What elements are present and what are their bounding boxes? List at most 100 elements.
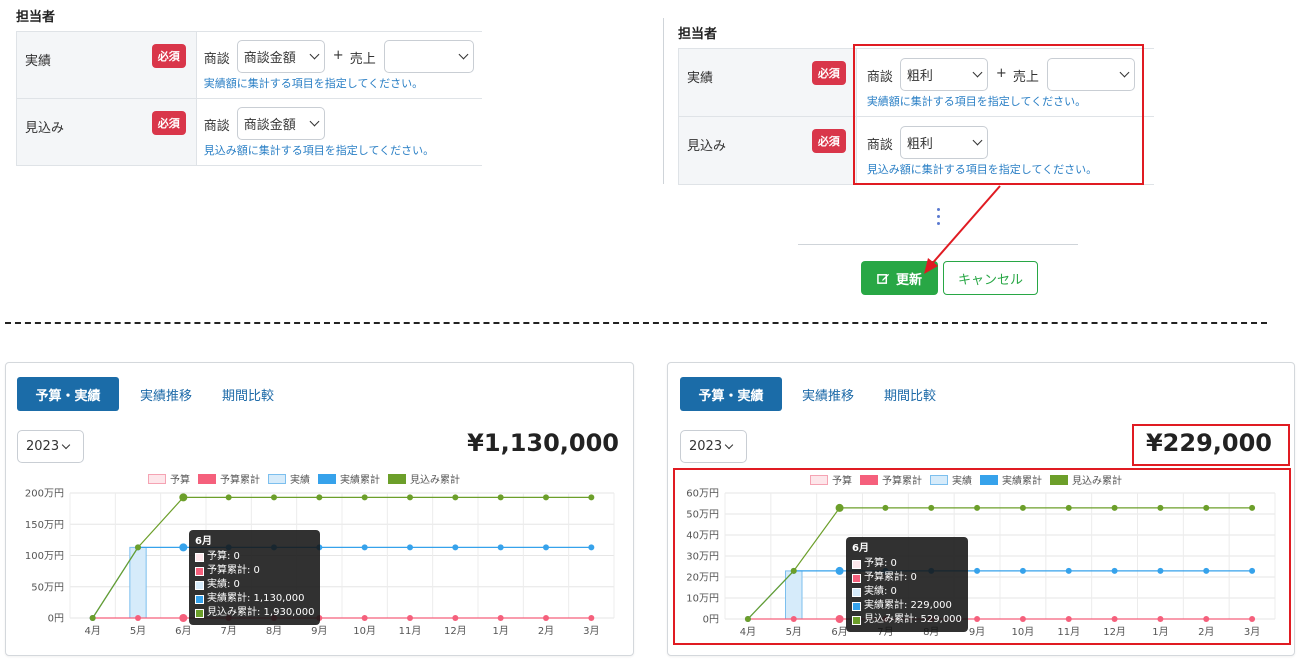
y-tick-label: 50万円 [686, 510, 719, 521]
x-tick-label: 1月 [1152, 626, 1168, 638]
data-point [835, 503, 844, 512]
x-tick-label: 9月 [311, 625, 327, 637]
y-tick-label: 40万円 [686, 531, 719, 542]
tab-period-compare[interactable]: 期間比較 [874, 377, 946, 411]
data-point [1065, 616, 1072, 622]
data-point [225, 494, 232, 501]
x-tick-label: 11月 [1057, 626, 1080, 638]
x-tick-label: 9月 [969, 626, 985, 638]
data-point [452, 615, 459, 621]
y-tick-label: 0円 [48, 614, 64, 625]
year-select[interactable]: 2023 [17, 430, 84, 463]
data-point [1157, 616, 1164, 622]
tab-budget-actual[interactable]: 予算・実績 [680, 377, 782, 411]
data-point [790, 616, 797, 622]
x-tick-label: 12月 [1103, 626, 1126, 638]
bar [129, 546, 147, 619]
x-tick-label: 8月 [266, 625, 282, 637]
bar [785, 570, 803, 620]
data-point [179, 614, 188, 622]
y-tick-label: 0円 [703, 615, 719, 626]
y-tick-label: 150万円 [25, 520, 64, 531]
highlight-box [1132, 424, 1290, 466]
x-tick-label: 10月 [1012, 626, 1035, 638]
data-point [452, 494, 459, 501]
x-tick-label: 3月 [583, 625, 599, 637]
data-point [835, 615, 844, 623]
data-point [179, 543, 188, 552]
y-tick-label: 60万円 [686, 489, 719, 500]
data-point [588, 494, 595, 501]
x-tick-label: 7月 [220, 625, 236, 637]
data-point [543, 615, 549, 621]
tab-budget-actual[interactable]: 予算・実績 [17, 377, 119, 411]
data-point [974, 616, 981, 622]
data-point [1111, 504, 1118, 511]
data-point [974, 504, 981, 511]
data-point [588, 615, 595, 621]
chart-tooltip: 6月 予算: 0 予算累計: 0 実績: 0 実績累計: 1,130,000 見… [189, 530, 321, 625]
data-point [1111, 567, 1118, 574]
data-point [1249, 504, 1256, 511]
data-point [1019, 567, 1026, 574]
y-tick-label: 20万円 [686, 573, 719, 584]
x-tick-label: 4月 [84, 625, 100, 637]
x-tick-label: 10月 [353, 625, 376, 637]
annotation-arrow [924, 185, 1001, 274]
tab-period-compare[interactable]: 期間比較 [212, 377, 284, 411]
data-point [361, 615, 368, 621]
chevron-down-icon [61, 440, 71, 449]
legend-swatch [860, 474, 878, 485]
data-point [407, 494, 413, 501]
chart-tooltip: 6月 予算: 0 予算累計: 0 実績: 0 実績累計: 229,000 見込み… [846, 537, 968, 632]
y-tick-label: 30万円 [686, 552, 719, 563]
x-tick-label: 1月 [492, 625, 508, 637]
x-tick-label: 12月 [444, 625, 467, 637]
data-point [882, 504, 889, 511]
data-point [974, 567, 981, 574]
year-select[interactable]: 2023 [680, 430, 747, 463]
tab-actual-trend[interactable]: 実績推移 [788, 377, 868, 411]
data-point [271, 494, 277, 501]
x-tick-label: 11月 [399, 625, 422, 637]
data-point [361, 544, 368, 551]
data-point [928, 504, 935, 511]
y-tick-label: 100万円 [25, 551, 64, 562]
data-point [497, 494, 504, 501]
data-point [179, 493, 188, 502]
section-divider [5, 322, 1267, 324]
x-tick-label: 5月 [786, 626, 802, 638]
data-point [1249, 616, 1256, 622]
legend-swatch [1050, 474, 1068, 485]
data-point [790, 567, 797, 574]
data-point [744, 616, 751, 622]
data-point [588, 544, 595, 551]
chart-budget-actual-right: 0円10万円20万円30万円40万円50万円60万円4月 5月 6月 7月 8月 9月 10… [686, 489, 1276, 638]
legend-swatch [930, 474, 948, 485]
data-point [497, 544, 504, 551]
data-point [497, 615, 504, 621]
data-point [543, 544, 549, 551]
y-tick-label: 200万円 [25, 489, 64, 500]
x-tick-label: 4月 [740, 626, 756, 638]
data-point [361, 494, 368, 501]
y-tick-label: 50万円 [31, 582, 64, 593]
x-tick-label: 6月 [175, 625, 191, 637]
data-point [1111, 616, 1118, 622]
data-point [135, 544, 141, 551]
chevron-down-icon [724, 440, 734, 449]
x-tick-label: 2月 [1198, 626, 1214, 638]
y-tick-label: 10万円 [686, 594, 719, 605]
legend-swatch [980, 474, 998, 485]
data-point [835, 566, 844, 575]
data-point [1019, 504, 1026, 511]
tab-actual-trend[interactable]: 実績推移 [126, 377, 206, 411]
x-tick-label: 2月 [538, 625, 554, 637]
data-point [543, 494, 549, 501]
data-point [316, 494, 323, 501]
data-point [1157, 504, 1164, 511]
total-amount: ¥1,130,000 [467, 429, 619, 457]
data-point [1203, 616, 1210, 622]
data-point [135, 615, 141, 621]
data-point [1249, 567, 1256, 574]
